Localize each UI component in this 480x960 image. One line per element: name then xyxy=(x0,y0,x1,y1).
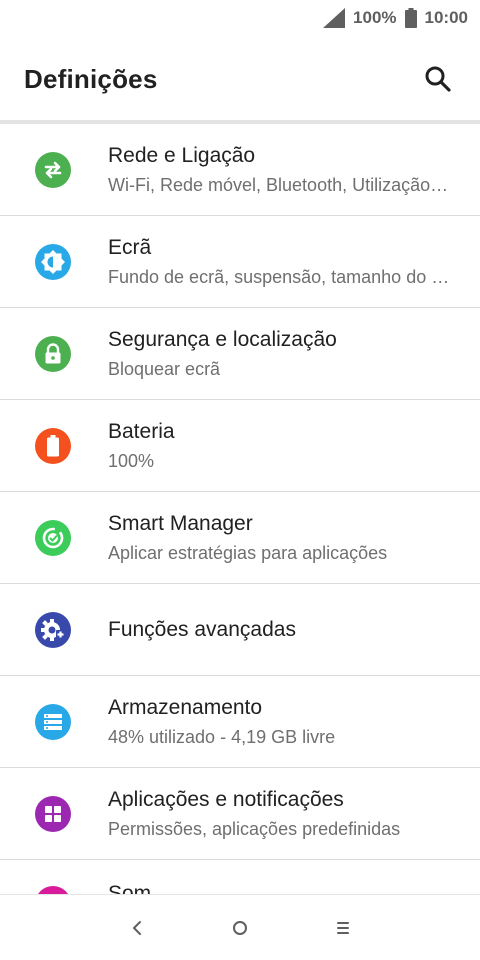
item-title: Bateria xyxy=(108,419,175,443)
item-subtitle: 48% utilizado - 4,19 GB livre xyxy=(108,726,336,747)
item-title: Smart Manager xyxy=(108,511,253,535)
home-icon xyxy=(232,920,247,935)
settings-item-apps[interactable]: Aplicações e notificações Permissões, ap… xyxy=(0,768,480,860)
lock-icon xyxy=(34,335,71,372)
settings-item-advanced[interactable]: Funções avançadas xyxy=(0,584,480,676)
gear-plus-icon xyxy=(34,611,71,648)
settings-item-battery[interactable]: Bateria 100% xyxy=(0,400,480,492)
item-title: Rede e Ligação xyxy=(108,143,256,167)
item-subtitle: Permissões, aplicações predefinidas xyxy=(108,818,401,839)
brightness-icon xyxy=(34,243,71,280)
settings-list: Rede e Ligação Wi-Fi, Rede móvel, Blueto… xyxy=(0,124,480,900)
settings-item-smart-manager[interactable]: Smart Manager Aplicar estratégias para a… xyxy=(0,492,480,584)
item-title: Funções avançadas xyxy=(108,617,296,641)
clock: 10:00 xyxy=(424,8,468,27)
item-title: Segurança e localização xyxy=(108,327,337,351)
app-bar: Definições xyxy=(0,36,480,122)
navigation-bar xyxy=(0,894,480,960)
storage-icon xyxy=(34,703,71,740)
swap-arrows-icon xyxy=(34,151,71,188)
battery-status-icon xyxy=(404,8,417,28)
item-subtitle: Bloquear ecrã xyxy=(108,358,221,379)
item-subtitle: 100% xyxy=(108,450,155,471)
page-title: Definições xyxy=(24,63,158,94)
item-subtitle: Aplicar estratégias para aplicações xyxy=(108,542,388,563)
back-button[interactable] xyxy=(117,908,157,948)
item-title: Ecrã xyxy=(108,235,152,259)
item-subtitle: Wi-Fi, Rede móvel, Bluetooth, Utilização… xyxy=(108,174,450,195)
search-button[interactable] xyxy=(418,59,458,99)
settings-item-display[interactable]: Ecrã Fundo de ecrã, suspensão, tamanho d… xyxy=(0,216,480,308)
apps-grid-icon xyxy=(34,795,71,832)
status-bar: 100% 10:00 xyxy=(0,0,480,36)
battery-percent: 100% xyxy=(353,8,397,27)
battery-icon xyxy=(34,427,71,464)
back-icon xyxy=(133,920,142,935)
item-title: Aplicações e notificações xyxy=(108,787,344,811)
menu-button[interactable] xyxy=(323,908,363,948)
smart-manager-icon xyxy=(34,519,71,556)
signal-icon xyxy=(323,8,346,28)
settings-item-network[interactable]: Rede e Ligação Wi-Fi, Rede móvel, Blueto… xyxy=(0,124,480,216)
item-subtitle: Fundo de ecrã, suspensão, tamanho do tip… xyxy=(108,266,450,287)
item-title: Armazenamento xyxy=(108,695,263,719)
menu-icon xyxy=(336,921,349,934)
search-icon xyxy=(425,66,451,92)
settings-item-security[interactable]: Segurança e localização Bloquear ecrã xyxy=(0,308,480,400)
home-button[interactable] xyxy=(220,908,260,948)
settings-item-storage[interactable]: Armazenamento 48% utilizado - 4,19 GB li… xyxy=(0,676,480,768)
